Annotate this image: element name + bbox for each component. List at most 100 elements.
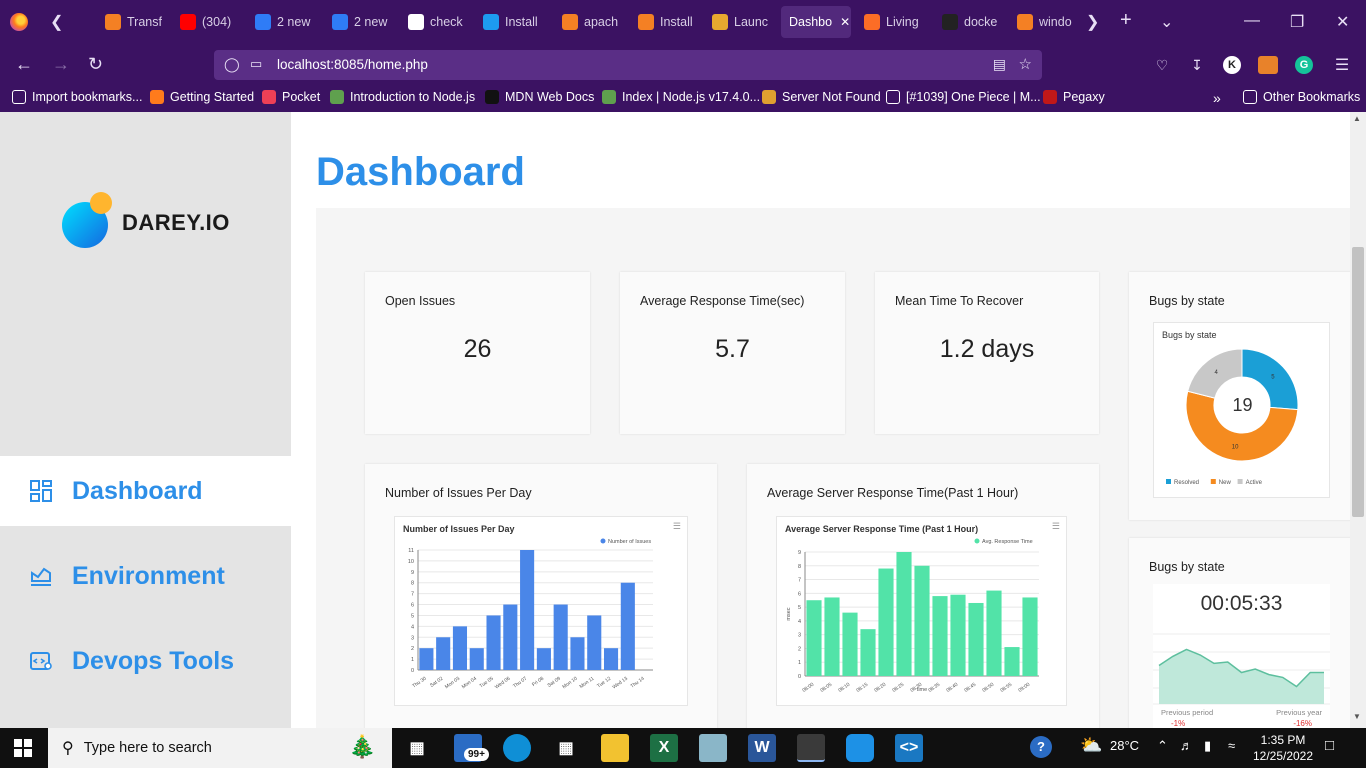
- tab-browser-tab[interactable]: (304): [180, 6, 242, 38]
- restore-window-icon[interactable]: ❐: [1290, 12, 1304, 32]
- other-bookmarks[interactable]: Other Bookmarks: [1243, 90, 1360, 104]
- windows-start-icon[interactable]: [14, 739, 32, 757]
- pocket-icon[interactable]: ♡: [1151, 54, 1173, 76]
- url-text[interactable]: localhost:8085/home.php: [277, 57, 428, 72]
- system-clock[interactable]: 1:35 PM 12/25/2022: [1248, 732, 1318, 764]
- address-bar[interactable]: ◯ ▭ localhost:8085/home.php ▤ ☆: [214, 50, 1042, 80]
- file-explorer-icon[interactable]: [601, 734, 629, 762]
- tab-browser-tab[interactable]: Launc: [712, 6, 774, 38]
- server-icon: [762, 90, 776, 104]
- stat-card-mttr: Mean Time To Recover 1.2 days: [875, 272, 1099, 434]
- tab-label: check: [430, 15, 463, 29]
- y-tick-label: 1: [411, 657, 414, 663]
- tab-browser-tab[interactable]: windo: [1017, 6, 1079, 38]
- bar: [932, 596, 948, 676]
- firefox-icon[interactable]: [10, 13, 28, 31]
- account-avatar[interactable]: K: [1223, 56, 1241, 74]
- tab-browser-tab[interactable]: Install: [638, 6, 700, 38]
- firefox-taskbar-icon[interactable]: [797, 734, 825, 762]
- tab-scroll-right-icon[interactable]: ❯: [1086, 12, 1099, 32]
- downloads-icon[interactable]: ↧: [1186, 54, 1208, 76]
- tab-browser-tab[interactable]: Install: [483, 6, 545, 38]
- tab-scroll-left-icon[interactable]: ❮: [50, 12, 63, 32]
- stat-card-avg-response: Average Response Time(sec) 5.7: [620, 272, 845, 434]
- bar: [536, 648, 551, 670]
- tab-label: Living: [886, 15, 919, 29]
- tab-browser-tab[interactable]: apach: [562, 6, 624, 38]
- bar: [860, 629, 876, 676]
- tab-dashboard[interactable]: Dashbo ✕: [781, 6, 851, 38]
- notification-center-icon[interactable]: □: [1325, 737, 1334, 754]
- tab-browser-tab[interactable]: docke: [942, 6, 1004, 38]
- sidebar-item-dashboard[interactable]: Dashboard: [0, 456, 291, 526]
- bookmark-item[interactable]: MDN Web Docs: [485, 90, 594, 104]
- edge-browser-icon[interactable]: [503, 734, 531, 762]
- bar: [986, 590, 1002, 676]
- docker-app-icon[interactable]: [846, 734, 874, 762]
- hamburger-menu-icon[interactable]: ☰: [1331, 54, 1353, 76]
- tab-browser-tab[interactable]: 2 new: [255, 6, 317, 38]
- store-app-icon[interactable]: ▦: [552, 734, 580, 762]
- bookmark-item[interactable]: Pegaxy: [1043, 90, 1105, 104]
- bookmark-star-icon[interactable]: ☆: [1019, 55, 1032, 73]
- donut-total: 19: [1232, 395, 1253, 415]
- scroll-down-icon[interactable]: ▼: [1353, 712, 1361, 721]
- brand-logo[interactable]: DAREY.IO: [62, 192, 230, 248]
- bookmark-item[interactable]: Index | Node.js v17.4.0...: [602, 90, 760, 104]
- minimize-window-icon[interactable]: —: [1244, 12, 1260, 30]
- show-hidden-icons[interactable]: ⌃: [1157, 738, 1168, 754]
- scroll-up-icon[interactable]: ▲: [1353, 114, 1361, 123]
- back-arrow-icon[interactable]: ←: [15, 54, 33, 75]
- weather-icon[interactable]: ⛅: [1080, 735, 1102, 756]
- tab-browser-tab[interactable]: Transf: [105, 6, 167, 38]
- more-bookmarks-icon[interactable]: »: [1213, 90, 1221, 106]
- bookmark-item[interactable]: [#1039] One Piece | M...: [886, 90, 1041, 104]
- reload-icon[interactable]: ↻: [88, 54, 103, 75]
- sidebar-item-environment[interactable]: Environment: [0, 541, 291, 611]
- x-axis-label: time: [917, 687, 927, 693]
- timer-value: 00:05:33: [1200, 592, 1283, 615]
- tab-browser-tab[interactable]: check: [408, 6, 470, 38]
- bookmark-item[interactable]: Server Not Found: [762, 90, 881, 104]
- y-tick-label: 9: [411, 570, 414, 576]
- task-view-icon[interactable]: ▦: [403, 734, 431, 762]
- volume-icon[interactable]: ♬: [1180, 738, 1193, 753]
- stat-card-open-issues: Open Issues 26: [365, 272, 590, 434]
- help-icon[interactable]: ?: [1030, 736, 1052, 758]
- scrollbar-thumb[interactable]: [1352, 247, 1364, 517]
- bookmark-item[interactable]: Pocket: [262, 90, 320, 104]
- notes-app-icon[interactable]: [699, 734, 727, 762]
- tab-browser-tab[interactable]: Living: [864, 6, 926, 38]
- word-app-icon[interactable]: W: [748, 734, 776, 762]
- excel-app-icon[interactable]: X: [650, 734, 678, 762]
- x-tick-label: Wed 06: [494, 676, 512, 691]
- devops-tools-icon: [30, 652, 52, 670]
- x-tick-label: 08:45: [963, 682, 977, 694]
- bookmark-item[interactable]: Getting Started: [150, 90, 254, 104]
- tracking-shield-icon[interactable]: ◯: [224, 56, 240, 73]
- page-scrollbar[interactable]: ▲ ▼: [1350, 112, 1366, 728]
- clock-date: 12/25/2022: [1252, 749, 1314, 763]
- battery-icon[interactable]: ▮: [1204, 738, 1211, 754]
- bookmark-item[interactable]: Import bookmarks...: [12, 90, 142, 104]
- reader-view-icon[interactable]: ▤: [993, 56, 1006, 73]
- wifi-icon[interactable]: ≈: [1228, 738, 1235, 753]
- y-tick-label: 7: [411, 592, 414, 598]
- weather-temperature[interactable]: 28°C: [1110, 738, 1139, 753]
- close-window-icon[interactable]: ✕: [1336, 12, 1349, 32]
- list-all-tabs-icon[interactable]: ⌄: [1160, 12, 1173, 32]
- page-info-icon[interactable]: ▭: [250, 56, 262, 72]
- new-tab-icon[interactable]: +: [1120, 9, 1132, 32]
- taskbar-search-box[interactable]: ⚲ Type here to search 🎄: [48, 728, 392, 768]
- mdn-icon: [485, 90, 499, 104]
- sidebar-item-devops-tools[interactable]: Devops Tools: [0, 626, 291, 696]
- close-tab-icon[interactable]: ✕: [840, 15, 850, 29]
- forward-arrow-icon[interactable]: →: [52, 54, 70, 75]
- tab-browser-tab[interactable]: 2 new: [332, 6, 394, 38]
- vscode-app-icon[interactable]: <>: [895, 734, 923, 762]
- bar: [824, 597, 840, 676]
- metamask-extension-icon[interactable]: [1258, 56, 1278, 74]
- grammarly-extension-icon[interactable]: G: [1295, 56, 1313, 74]
- stackoverflow-icon: [105, 14, 121, 30]
- bookmark-item[interactable]: Introduction to Node.js: [330, 90, 475, 104]
